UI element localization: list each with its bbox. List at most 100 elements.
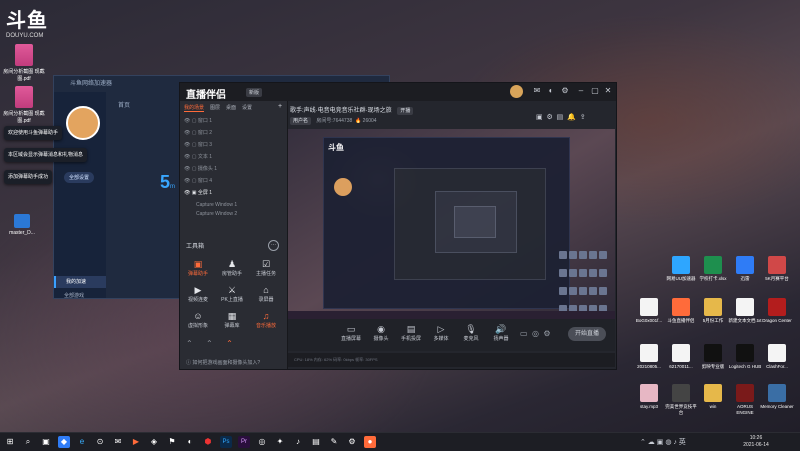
- desktop-icon[interactable]: 网易UU加速器: [664, 256, 698, 282]
- maximize-icon[interactable]: ▢: [590, 86, 600, 96]
- add-scene-icon[interactable]: +: [278, 103, 282, 110]
- scene-item-selected[interactable]: 👁 ▣ 全屏 1: [184, 189, 284, 198]
- scene-item[interactable]: 👁 ▢ 窗口 3: [184, 141, 284, 150]
- user-avatar[interactable]: [510, 85, 523, 98]
- scene-item[interactable]: 👁 ▢ 摄像头 1: [184, 165, 284, 174]
- douyu-taskbar-icon[interactable]: ●: [364, 436, 376, 448]
- desktop-icon[interactable]: 5月份工作: [696, 298, 730, 324]
- settings-icon[interactable]: ⚙: [346, 436, 358, 448]
- desktop-icon[interactable]: BoG0x001f...: [632, 298, 666, 324]
- tool-room-manager[interactable]: ♟ 房管助手: [216, 259, 248, 279]
- desktop-icon[interactable]: Logitech G HUB: [728, 344, 762, 370]
- steam-icon[interactable]: ⊙: [94, 436, 106, 448]
- pk-icon: ⚔: [227, 285, 237, 295]
- music-icon[interactable]: ♪: [292, 436, 304, 448]
- tool-video-link[interactable]: ▶ 视频连麦: [182, 285, 214, 305]
- stream-preview[interactable]: 斗鱼: [288, 129, 615, 319]
- photoshop-icon[interactable]: Ps: [220, 436, 232, 448]
- room-user-pill[interactable]: 用户名: [290, 117, 312, 125]
- tab-layers[interactable]: 图层: [210, 105, 220, 111]
- accelerator-pill[interactable]: 全部设置: [64, 172, 95, 183]
- start-live-button[interactable]: 开始直播: [568, 327, 606, 341]
- extra-tool-icons[interactable]: ▭ ◎ ⚙: [520, 329, 551, 338]
- scene-item[interactable]: 👁 ▢ 文本 1: [184, 153, 284, 162]
- help-hint[interactable]: ⓘ 如何把游戏画面和摄像头加入?: [186, 359, 260, 366]
- tool-danmu-assistant[interactable]: ▣ 弹幕助手: [182, 259, 214, 279]
- streaming-app-window[interactable]: 直播伴侣 新版 ✉ ◐ ⚙ – ▢ ✕ 我的场景 图层 桌面 设置 + 👁 ▢ 窗口 …: [179, 82, 617, 370]
- desktop-icon[interactable]: Dragon Center: [760, 298, 794, 324]
- start-icon[interactable]: ⊞: [4, 436, 16, 448]
- tool-recorder[interactable]: ⌂ 录屏器: [250, 285, 282, 305]
- desktop-icon[interactable]: AORUS ENGINE: [728, 384, 762, 416]
- desktop-icon[interactable]: 斗鱼直播伴侣: [664, 298, 698, 324]
- tool-anchor-task[interactable]: ☑ 主播任务: [250, 259, 282, 279]
- app-icon[interactable]: ◆: [58, 436, 70, 448]
- scene-item[interactable]: 👁 ▢ 窗口 1: [184, 117, 284, 126]
- desktop-icon[interactable]: 20210805...: [632, 344, 666, 370]
- tab-settings[interactable]: 设置: [242, 105, 252, 111]
- phone-cast-button[interactable]: ▤ 手机投屏: [398, 323, 424, 342]
- camera-button[interactable]: ◉ 摄像头: [368, 323, 394, 342]
- scene-item[interactable]: 👁 ▢ 窗口 2: [184, 129, 284, 138]
- desktop-icon-pdf-2[interactable]: 房间分析截图 现截图.pdf: [2, 86, 46, 124]
- menu-my-boost[interactable]: 我的加速: [54, 276, 106, 288]
- search-icon[interactable]: ⌕: [22, 436, 34, 448]
- desktop-icon[interactable]: 新建文本文档.txt: [728, 298, 762, 324]
- desktop-icon[interactable]: win: [696, 384, 730, 410]
- desktop-icon[interactable]: 62170011...: [664, 344, 698, 370]
- desktop-icon-pdf-1[interactable]: 房间分析截图 现截图.pdf: [2, 44, 46, 82]
- mail-icon[interactable]: ✉: [112, 436, 124, 448]
- minimize-icon[interactable]: –: [576, 86, 586, 96]
- tool-danmu-library[interactable]: ▦ 弹幕库: [216, 311, 248, 331]
- expand-icons[interactable]: ⌃ ⌃ ⌃: [186, 339, 233, 348]
- app-icon[interactable]: ▤: [310, 436, 322, 448]
- scene-item[interactable]: Capture Window 2: [184, 210, 284, 219]
- tray-icons[interactable]: ⌃ ☁ ▣ ◍ ♪ 英: [640, 437, 686, 447]
- app-icon[interactable]: ⬢: [202, 436, 214, 448]
- settings-icon[interactable]: ⚙: [560, 86, 570, 96]
- tip-danmu-area: 本区域会显示弹幕消息和礼物消息: [4, 148, 88, 162]
- menu-all-games[interactable]: 全部游戏: [54, 290, 106, 302]
- speaker-button[interactable]: 🔊 扬声器: [488, 323, 514, 342]
- close-icon[interactable]: ✕: [603, 86, 613, 96]
- screen-capture-button[interactable]: ▭ 直播屏幕: [338, 323, 364, 342]
- app-icon[interactable]: ✎: [328, 436, 340, 448]
- desktop-icon[interactable]: Memory Cleaner: [760, 384, 794, 410]
- desktop-icon[interactable]: 完美世界竞技平台: [664, 384, 698, 416]
- tab-scenes[interactable]: 我的场景: [184, 105, 205, 112]
- desktop-icon[interactable]: 学校打卡.xlsx: [696, 256, 730, 282]
- tab-desktop[interactable]: 桌面: [226, 105, 236, 111]
- video-icon[interactable]: ▶: [130, 436, 142, 448]
- app-icon[interactable]: ✦: [274, 436, 286, 448]
- desktop-icon-label: 5K月赛平台: [765, 276, 789, 281]
- desktop-icon[interactable]: 剪映专业版: [696, 344, 730, 370]
- desktop-icon[interactable]: stay.mp3: [632, 384, 666, 410]
- scene-item[interactable]: Capture Window 1: [184, 201, 284, 210]
- desktop-icon[interactable]: 5K月赛平台: [760, 256, 794, 282]
- skin-icon[interactable]: ◐: [546, 86, 556, 96]
- tool-avatar[interactable]: ☺ 虚拟形象: [182, 311, 214, 331]
- app-icon[interactable]: ◈: [148, 436, 160, 448]
- desktop-icon[interactable]: ClashFor...: [760, 344, 794, 370]
- app-icon[interactable]: ◎: [256, 436, 268, 448]
- app-icon[interactable]: ◐: [184, 436, 196, 448]
- desktop-icon-master[interactable]: master_D...: [0, 214, 44, 236]
- live-title-row: 歌手:声线·电音电竞音乐社群·现场之旅 开播: [290, 105, 414, 115]
- app-icon[interactable]: ⚑: [166, 436, 178, 448]
- tip-text: 欢迎使用斗鱼弹幕助手: [8, 130, 59, 136]
- premiere-icon[interactable]: Pr: [238, 436, 250, 448]
- media-button[interactable]: ▷ 多媒体: [428, 323, 454, 342]
- edge-icon[interactable]: e: [76, 436, 88, 448]
- scene-item[interactable]: 👁 ▢ 窗口 4: [184, 177, 284, 186]
- toolbox-more-icon[interactable]: ···: [268, 240, 279, 251]
- message-icon[interactable]: ✉: [532, 86, 542, 96]
- clock[interactable]: 10:26 2021-06-14: [734, 435, 778, 449]
- live-edit-tag[interactable]: 开播: [397, 107, 414, 115]
- header-icons[interactable]: ▣ ⚙ ▤ 🔔 ⇪: [536, 113, 586, 121]
- desktop-icon[interactable]: 迅雷: [728, 256, 762, 282]
- tool-music[interactable]: ♫ 音乐播放: [250, 311, 282, 331]
- microphone-button[interactable]: 🎙 麦克风: [458, 323, 484, 342]
- tool-pk[interactable]: ⚔ PK上直播: [216, 285, 248, 305]
- avatar[interactable]: [66, 106, 100, 140]
- task-view-icon[interactable]: ▣: [40, 436, 52, 448]
